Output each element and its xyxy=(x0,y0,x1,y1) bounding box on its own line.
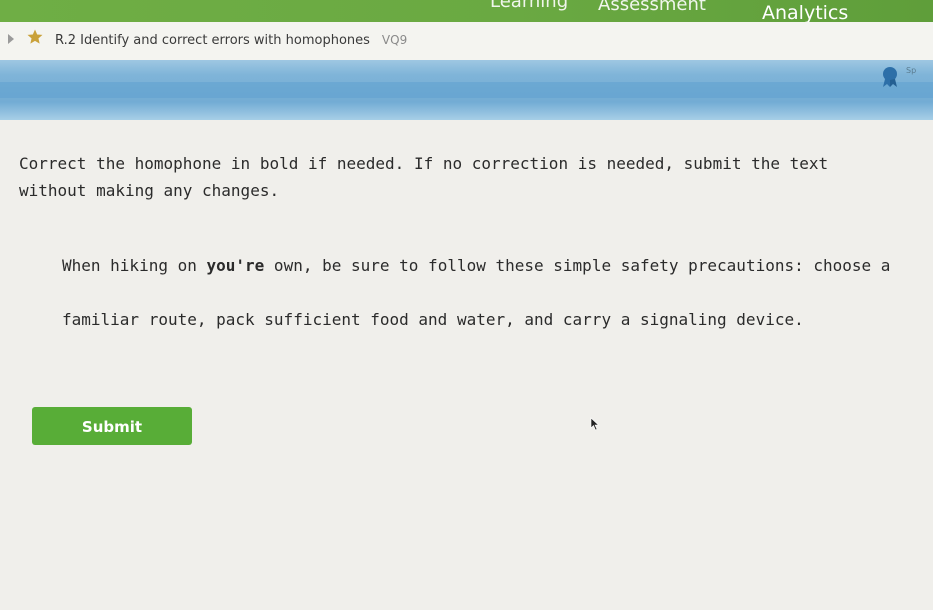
progress-band: Sp xyxy=(0,60,933,120)
top-navigation-bar: Learning Assessment Analytics xyxy=(0,0,933,22)
passage-before: When hiking on xyxy=(62,256,207,275)
award-label: Sp xyxy=(906,66,917,75)
skill-code: VQ9 xyxy=(381,33,408,47)
submit-button[interactable]: Submit xyxy=(32,407,192,445)
passage-text[interactable]: When hiking on you're own, be sure to fo… xyxy=(62,250,902,358)
passage-line-2: familiar route, pack sufficient food and… xyxy=(62,310,804,329)
nav-tab-assessment[interactable]: Assessment xyxy=(598,0,706,16)
question-area: Correct the homophone in bold if needed.… xyxy=(0,120,933,610)
passage-after: own, be sure to follow these simple safe… xyxy=(264,256,891,275)
progress-strip xyxy=(0,82,933,98)
nav-tab-analytics[interactable]: Analytics xyxy=(762,2,848,22)
passage-line-1: When hiking on you're own, be sure to fo… xyxy=(62,250,902,282)
chevron-right-icon[interactable] xyxy=(8,34,14,44)
skill-breadcrumb: R.2 Identify and correct errors with hom… xyxy=(0,22,933,60)
bold-homophone[interactable]: you're xyxy=(207,256,265,275)
skill-title-text: R.2 Identify and correct errors with hom… xyxy=(55,33,370,48)
skill-title: R.2 Identify and correct errors with hom… xyxy=(55,33,407,48)
star-icon xyxy=(26,28,44,50)
nav-tab-learning[interactable]: Learning xyxy=(490,0,568,13)
mouse-cursor-icon xyxy=(590,416,600,435)
award-ribbon-icon[interactable] xyxy=(878,66,902,92)
question-instructions: Correct the homophone in bold if needed.… xyxy=(19,154,829,200)
